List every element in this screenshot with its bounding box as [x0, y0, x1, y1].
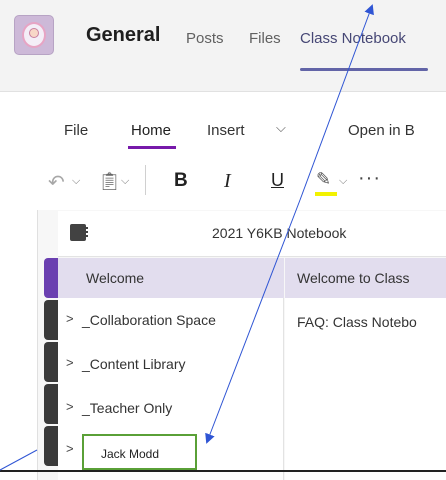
section-label: _Teacher Only — [82, 400, 173, 416]
chevron-right-icon[interactable]: > — [66, 441, 74, 456]
active-menu-indicator — [128, 146, 176, 149]
italic-button[interactable]: I — [224, 170, 231, 193]
chevron-right-icon[interactable]: > — [66, 311, 74, 326]
more-menus-chevron-icon[interactable]: ⌵ — [276, 120, 286, 136]
menu-home[interactable]: Home — [131, 122, 171, 139]
tab-files[interactable]: Files — [249, 30, 281, 47]
section-label: Welcome — [86, 270, 145, 286]
highlight-color-swatch — [315, 192, 337, 196]
clipboard-icon[interactable]: 📋︎ — [98, 171, 121, 192]
menu-file[interactable]: File — [64, 122, 88, 139]
section-color-tabs — [44, 258, 58, 480]
highlighter-icon[interactable]: ✎ — [316, 169, 331, 190]
section-label: _Collaboration Space — [82, 312, 216, 328]
active-tab-indicator — [300, 68, 428, 71]
section-label: _Content Library — [82, 356, 186, 372]
sidebar-item-content-library[interactable]: > _Content Library — [58, 344, 284, 384]
section-tab-content-library[interactable] — [44, 342, 58, 382]
underline-button[interactable]: U — [271, 170, 284, 191]
chevron-right-icon[interactable]: > — [66, 399, 74, 414]
sidebar-item-teacher-only[interactable]: > _Teacher Only — [58, 388, 284, 428]
page-item-faq[interactable]: FAQ: Class Notebo — [285, 302, 446, 342]
page-item-welcome[interactable]: Welcome to Class — [285, 258, 446, 298]
notebook-icon — [70, 224, 88, 241]
undo-chevron-down-icon[interactable]: ⌵ — [72, 175, 80, 188]
teams-top-bar: General Posts Files Class Notebook — [0, 0, 446, 92]
sidebar-item-welcome[interactable]: Welcome — [58, 258, 284, 298]
tab-class-notebook[interactable]: Class Notebook — [300, 30, 406, 47]
notebook-title: 2021 Y6KB Notebook — [212, 225, 347, 241]
student-section-highlight[interactable]: Jack Modd — [82, 434, 197, 470]
more-options-button[interactable]: ··· — [358, 167, 381, 190]
page-list: Welcome to Class FAQ: Class Notebo — [285, 258, 446, 480]
tab-posts[interactable]: Posts — [186, 30, 224, 47]
section-tab-collaboration[interactable] — [44, 300, 58, 340]
bold-button[interactable]: B — [174, 170, 188, 192]
notebook-header[interactable]: 2021 Y6KB Notebook — [58, 211, 446, 257]
chevron-right-icon[interactable]: > — [66, 355, 74, 370]
bottom-divider — [0, 470, 446, 472]
page-label: FAQ: Class Notebo — [297, 314, 417, 330]
paste-chevron-down-icon[interactable]: ⌵ — [121, 175, 129, 188]
menu-insert[interactable]: Insert — [207, 122, 245, 139]
avatar-face-icon — [29, 28, 39, 38]
section-tab-student[interactable] — [44, 426, 58, 466]
student-section-label: Jack Modd — [101, 447, 160, 461]
onenote-ribbon: File Home Insert ⌵ Open in B ↶ ⌵ 📋︎ ⌵ B … — [0, 93, 446, 203]
annotation-line-bottom-left — [0, 449, 38, 471]
sidebar-item-collaboration-space[interactable]: > _Collaboration Space — [58, 300, 284, 340]
highlighter-chevron-down-icon[interactable]: ⌵ — [339, 175, 347, 188]
toolbar-divider — [145, 165, 146, 195]
menu-open-in-browser[interactable]: Open in B — [348, 122, 415, 139]
section-tab-teacher-only[interactable] — [44, 384, 58, 424]
channel-title: General — [86, 24, 161, 46]
team-avatar[interactable] — [14, 15, 54, 55]
section-tab-welcome[interactable] — [44, 258, 58, 298]
undo-icon[interactable]: ↶ — [48, 170, 65, 195]
page-label: Welcome to Class — [297, 270, 410, 286]
